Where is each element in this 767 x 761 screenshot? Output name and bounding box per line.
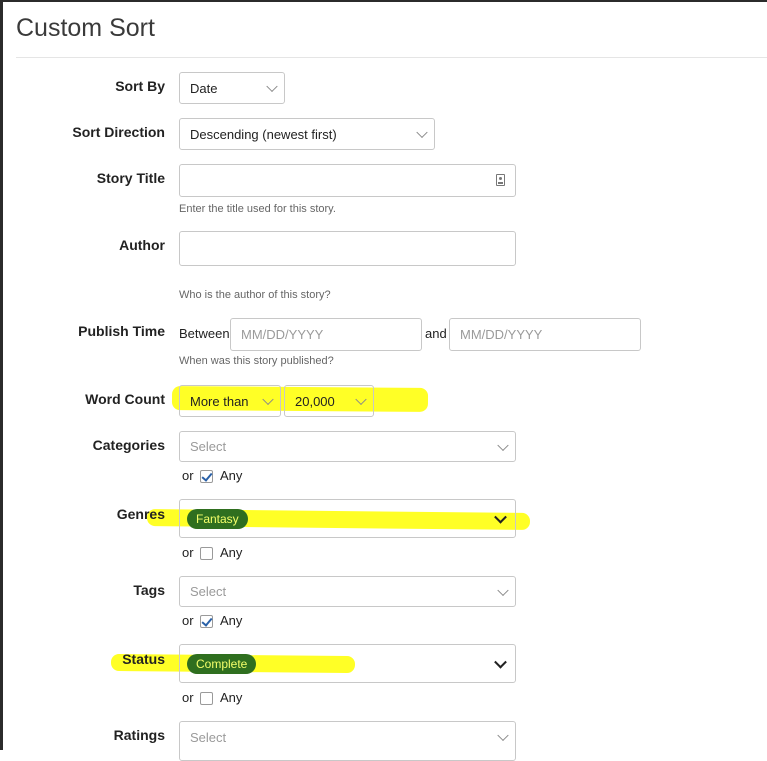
chevron-down-icon bbox=[497, 584, 509, 596]
word-count-label: Word Count bbox=[85, 391, 165, 407]
sort-by-select[interactable]: Date bbox=[179, 72, 285, 104]
categories-any-label: Any bbox=[220, 468, 243, 483]
story-title-input[interactable] bbox=[179, 164, 516, 197]
author-input[interactable] bbox=[179, 231, 516, 266]
status-or-text: or bbox=[182, 690, 194, 705]
genres-or-text: or bbox=[182, 545, 194, 560]
ratings-label: Ratings bbox=[113, 727, 165, 743]
genres-any-checkbox[interactable] bbox=[200, 547, 213, 560]
sort-direction-label: Sort Direction bbox=[72, 124, 165, 140]
title-divider bbox=[16, 57, 767, 58]
categories-any-checkbox[interactable] bbox=[200, 470, 213, 483]
ratings-placeholder: Select bbox=[190, 730, 227, 745]
publish-to-placeholder: MM/DD/YYYY bbox=[460, 327, 543, 342]
genres-any-label: Any bbox=[220, 545, 243, 560]
contact-card-icon bbox=[496, 174, 505, 186]
between-text: Between bbox=[179, 326, 230, 341]
tags-any-label: Any bbox=[220, 613, 243, 628]
chevron-down-icon bbox=[494, 510, 507, 524]
sort-by-label: Sort By bbox=[115, 78, 165, 94]
and-text: and bbox=[425, 326, 447, 341]
window-top-edge bbox=[0, 0, 767, 2]
publish-to-input[interactable]: MM/DD/YYYY bbox=[449, 318, 641, 351]
chevron-down-icon bbox=[266, 80, 278, 93]
tags-any-checkbox[interactable] bbox=[200, 615, 213, 628]
word-count-amount-select[interactable]: 20,000 bbox=[284, 385, 374, 417]
sort-direction-value: Descending (newest first) bbox=[190, 126, 337, 142]
categories-label: Categories bbox=[92, 437, 165, 453]
status-any-checkbox[interactable] bbox=[200, 692, 213, 705]
author-help: Who is the author of this story? bbox=[179, 289, 331, 301]
chevron-down-icon bbox=[416, 126, 428, 139]
categories-or-text: or bbox=[182, 468, 194, 483]
status-selected-chip[interactable]: Complete bbox=[187, 654, 257, 674]
publish-from-input[interactable]: MM/DD/YYYY bbox=[230, 318, 422, 351]
genres-selected-chip[interactable]: Fantasy bbox=[187, 509, 248, 529]
publish-time-help: When was this story published? bbox=[179, 355, 334, 367]
word-count-comparator-select[interactable]: More than bbox=[179, 385, 281, 417]
chevron-down-icon bbox=[497, 729, 509, 742]
status-any-label: Any bbox=[220, 690, 243, 705]
publish-from-placeholder: MM/DD/YYYY bbox=[241, 327, 324, 342]
genres-label: Genres bbox=[116, 506, 165, 522]
ratings-select[interactable]: Select bbox=[179, 721, 516, 761]
author-label: Author bbox=[119, 237, 165, 253]
tags-or-text: or bbox=[182, 613, 194, 628]
page-title: Custom Sort bbox=[16, 14, 155, 42]
chevron-down-icon bbox=[355, 393, 367, 406]
story-title-help: Enter the title used for this story. bbox=[179, 203, 336, 215]
categories-placeholder: Select bbox=[190, 439, 227, 454]
chevron-down-icon bbox=[494, 655, 507, 669]
categories-select[interactable]: Select bbox=[179, 431, 516, 462]
chevron-down-icon bbox=[497, 439, 509, 451]
sort-direction-select[interactable]: Descending (newest first) bbox=[179, 118, 435, 150]
tags-label: Tags bbox=[133, 582, 165, 598]
word-count-amount-value: 20,000 bbox=[295, 393, 335, 409]
tags-placeholder: Select bbox=[190, 584, 227, 599]
status-label: Status bbox=[122, 651, 165, 667]
story-title-label: Story Title bbox=[96, 170, 165, 186]
chevron-down-icon bbox=[262, 393, 274, 406]
window-left-edge bbox=[0, 0, 3, 750]
tags-select[interactable]: Select bbox=[179, 576, 516, 607]
word-count-comparator-value: More than bbox=[190, 393, 249, 409]
publish-time-label: Publish Time bbox=[78, 323, 165, 339]
sort-by-value: Date bbox=[190, 80, 218, 96]
